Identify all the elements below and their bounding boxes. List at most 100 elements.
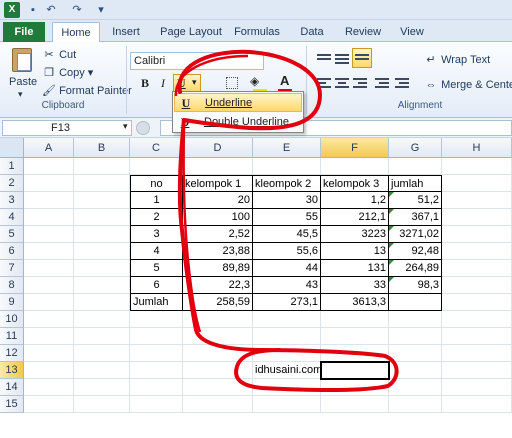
cell-b3[interactable] [74,192,130,209]
column-header-e[interactable]: E [253,138,321,158]
decrease-indent-icon[interactable] [374,76,390,90]
column-header-c[interactable]: C [130,138,183,158]
bold-button[interactable]: B [137,75,153,91]
cell-g11[interactable] [389,328,442,345]
row-header-9[interactable]: 9 [0,294,24,311]
table-data-cell[interactable]: 212,1 [321,209,389,226]
cut-button[interactable]: ✂ Cut [42,48,76,62]
cell-a14[interactable] [24,379,74,396]
align-left-icon[interactable] [316,76,332,90]
cell-a3[interactable] [24,192,74,209]
cell-f1[interactable] [321,158,389,175]
table-data-cell[interactable]: 1 [130,192,183,209]
cell-b5[interactable] [74,226,130,243]
cell-b10[interactable] [74,311,130,328]
select-all-corner[interactable] [0,138,24,158]
cell-b6[interactable] [74,243,130,260]
row-header-13[interactable]: 13 [0,362,24,379]
column-header-h[interactable]: H [442,138,512,158]
row-header-2[interactable]: 2 [0,175,24,192]
cell-g13[interactable] [389,362,442,379]
cell-b13[interactable] [74,362,130,379]
align-center-icon[interactable] [334,76,350,90]
excel-logo[interactable]: X [4,2,20,18]
cell-h8[interactable] [442,277,512,294]
table-data-cell[interactable]: 51,2 [389,192,442,209]
cell-c15[interactable] [130,396,183,413]
table-data-cell[interactable]: 3223 [321,226,389,243]
paste-dropdown-icon[interactable]: ▾ [18,89,23,100]
table-header-cell[interactable]: jumlah [389,175,442,192]
cell-b4[interactable] [74,209,130,226]
table-data-cell[interactable]: 2 [130,209,183,226]
increase-indent-icon[interactable] [394,76,410,90]
table-header-cell[interactable]: no [130,175,183,192]
cell-h7[interactable] [442,260,512,277]
table-data-cell[interactable]: 30 [253,192,321,209]
cell-a9[interactable] [24,294,74,311]
cell-h12[interactable] [442,345,512,362]
name-box[interactable]: F13 [2,120,132,136]
cell-a11[interactable] [24,328,74,345]
font-name-box[interactable]: Calibri [130,52,264,70]
table-total-cell[interactable]: 273,1 [253,294,321,311]
cell-a1[interactable] [24,158,74,175]
cell-b15[interactable] [74,396,130,413]
cell-a5[interactable] [24,226,74,243]
cell-a7[interactable] [24,260,74,277]
cell-b2[interactable] [74,175,130,192]
cell-f10[interactable] [321,311,389,328]
table-header-cell[interactable]: kleompok 2 [253,175,321,192]
table-data-cell[interactable]: 55,6 [253,243,321,260]
table-data-cell[interactable]: 6 [130,277,183,294]
tab-data[interactable]: Data [292,22,332,42]
row-header-12[interactable]: 12 [0,345,24,362]
table-data-cell[interactable]: 33 [321,277,389,294]
table-data-cell[interactable]: 1,2 [321,192,389,209]
cell-a13[interactable] [24,362,74,379]
table-data-cell[interactable]: 13 [321,243,389,260]
cell-h14[interactable] [442,379,512,396]
undo-icon[interactable]: ↶ [44,3,58,17]
cell-c11[interactable] [130,328,183,345]
cell-a2[interactable] [24,175,74,192]
cell-e15[interactable] [253,396,321,413]
cell-h15[interactable] [442,396,512,413]
table-data-cell[interactable]: 3 [130,226,183,243]
row-header-1[interactable]: 1 [0,158,24,175]
cell-d12[interactable] [183,345,253,362]
cell-a6[interactable] [24,243,74,260]
tab-home[interactable]: Home [52,22,100,43]
save-icon[interactable]: ▪ [26,3,40,17]
cell-a12[interactable] [24,345,74,362]
cell-g10[interactable] [389,311,442,328]
format-painter-button[interactable]: 🖌 Format Painter [42,84,132,98]
row-header-8[interactable]: 8 [0,277,24,294]
row-header-15[interactable]: 15 [0,396,24,413]
cell-f14[interactable] [321,379,389,396]
tab-page-layout[interactable]: Page Layout [152,22,230,42]
table-data-cell[interactable]: 5 [130,260,183,277]
row-header-6[interactable]: 6 [0,243,24,260]
table-header-cell[interactable]: kelompok 3 [321,175,389,192]
cell-h13[interactable] [442,362,512,379]
cell-e10[interactable] [253,311,321,328]
cell-c10[interactable] [130,311,183,328]
table-total-cell[interactable]: 258,59 [183,294,253,311]
cell-h5[interactable] [442,226,512,243]
row-header-7[interactable]: 7 [0,260,24,277]
table-data-cell[interactable]: 131 [321,260,389,277]
cell-d13[interactable] [183,362,253,379]
cell-h10[interactable] [442,311,512,328]
cell-h4[interactable] [442,209,512,226]
row-header-4[interactable]: 4 [0,209,24,226]
tab-file[interactable]: File [3,22,45,42]
cell-d1[interactable] [183,158,253,175]
italic-button[interactable]: I [155,75,171,91]
cell-b12[interactable] [74,345,130,362]
cell-a8[interactable] [24,277,74,294]
column-header-d[interactable]: D [183,138,253,158]
table-data-cell[interactable]: 55 [253,209,321,226]
cell-g1[interactable] [389,158,442,175]
table-data-cell[interactable]: 92,48 [389,243,442,260]
